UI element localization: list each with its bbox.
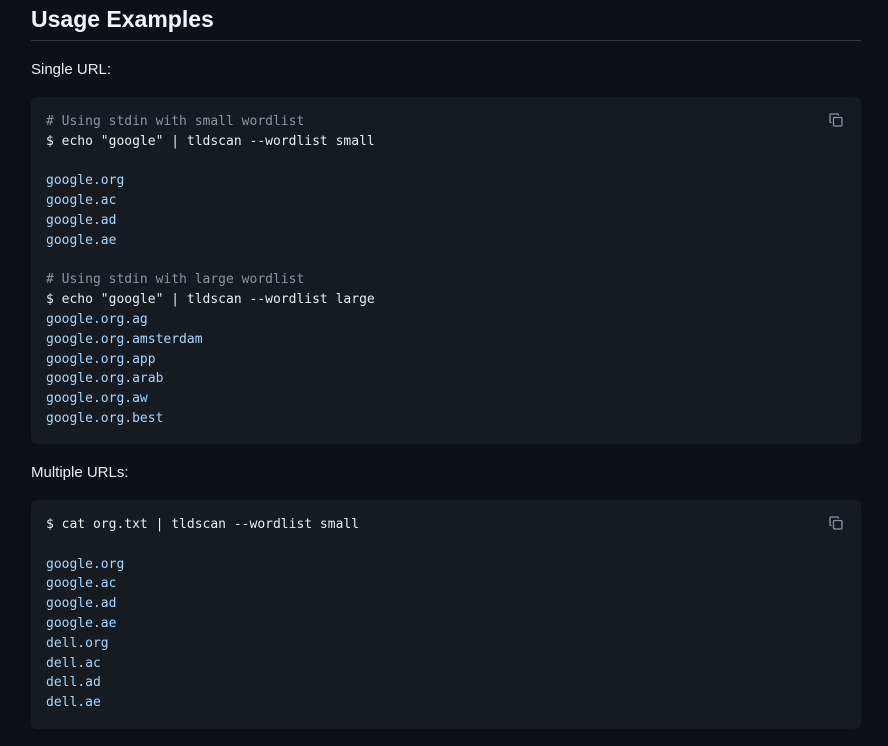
code-lines[interactable]: # Using stdin with small wordlist $ echo … [46,112,375,429]
code-line-cmd: $ cat org.txt | tldscan --wordlist small [46,517,360,532]
copy-button[interactable] [825,512,847,534]
code-block-single-url: # Using stdin with small wordlist $ echo … [31,97,861,444]
code-line-cmd: $ echo "google" | tldscan --wordlist lar… [46,292,375,308]
page-heading: Usage Examples [31,6,214,32]
code-line-out: google.org.best [46,410,164,426]
code-line-out: google.ac [46,193,117,209]
code-lines[interactable]: $ cat org.txt | tldscan --wordlist small… [46,515,359,713]
section-label-multiple-urls: Multiple URLs: [31,464,129,481]
heading-divider [31,40,861,41]
code-line-out: google.ac [46,576,117,592]
copy-icon [829,113,843,127]
code-line-cmd: $ echo "google" | tldscan --wordlist sma… [46,133,375,149]
code-line-out: google.org.ag [46,311,148,327]
code-line-out: dell.ae [46,695,101,711]
section-label-single-url: Single URL: [31,61,112,78]
copy-button[interactable] [825,109,847,131]
code-line-out: google.org.arab [46,371,164,387]
code-line-out: google.org.aw [46,391,148,407]
code-line-out: google.org [46,556,125,572]
code-line-out: dell.ac [46,655,101,671]
code-line-out: google.org.app [46,351,156,367]
code-line-out: google.org.amsterdam [46,331,203,347]
code-line-out: google.ad [46,596,117,612]
code-block-multiple-urls: $ cat org.txt | tldscan --wordlist small… [31,500,861,729]
code-line-out: dell.org [46,635,109,651]
code-line-out: google.ae [46,232,117,248]
code-line-comment: # Using stdin with large wordlist [46,272,305,288]
code-line-comment: # Using stdin with small wordlist [46,114,305,129]
code-line-out: google.ae [46,615,117,631]
copy-icon [829,516,843,530]
code-line-out: dell.ad [46,675,101,691]
code-line-out: google.ad [46,212,117,228]
code-line-out: google.org [46,173,125,189]
